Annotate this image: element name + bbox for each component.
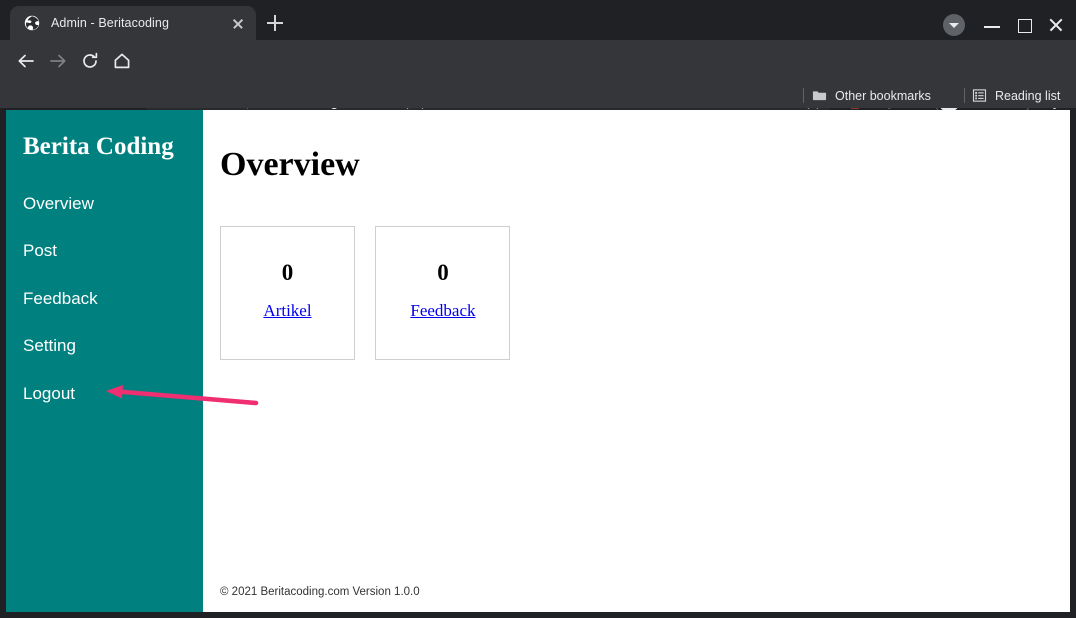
browser-window: Admin - Beritacoding bbox=[0, 0, 1076, 618]
arrow-left-icon[interactable] bbox=[11, 46, 41, 76]
minimize-icon[interactable] bbox=[977, 10, 1007, 40]
feedback-link[interactable]: Feedback bbox=[410, 302, 475, 319]
sidebar-item-logout[interactable]: Logout bbox=[23, 384, 75, 404]
page-viewport: Berita Coding Overview Post Feedback Set… bbox=[6, 110, 1070, 612]
arrow-right-icon bbox=[43, 46, 73, 76]
browser-tab[interactable]: Admin - Beritacoding bbox=[10, 6, 256, 40]
stat-card-count: 0 bbox=[221, 261, 354, 284]
stat-card-feedback: 0 Feedback bbox=[375, 226, 510, 360]
main-content: Overview 0 Artikel 0 Feedback © 2021 Ber… bbox=[203, 110, 1070, 612]
sidebar-item-post[interactable]: Post bbox=[23, 241, 57, 261]
stat-card-artikel: 0 Artikel bbox=[220, 226, 355, 360]
other-bookmarks-label: Other bookmarks bbox=[835, 89, 931, 103]
stat-card-group: 0 Artikel 0 Feedback bbox=[220, 226, 526, 360]
tab-title: Admin - Beritacoding bbox=[51, 16, 227, 30]
divider bbox=[964, 88, 965, 103]
maximize-icon[interactable] bbox=[1009, 10, 1039, 40]
folder-icon bbox=[812, 88, 827, 103]
home-icon[interactable] bbox=[107, 46, 137, 76]
bookmarks-bar: Other bookmarks Reading list bbox=[0, 82, 1076, 108]
other-bookmarks-button[interactable]: Other bookmarks bbox=[812, 86, 931, 105]
sidebar: Berita Coding Overview Post Feedback Set… bbox=[6, 110, 203, 612]
page-title: Overview bbox=[220, 148, 360, 182]
caret-down-icon[interactable] bbox=[943, 14, 965, 36]
page-footer: © 2021 Beritacoding.com Version 1.0.0 bbox=[220, 586, 420, 598]
plus-icon[interactable] bbox=[262, 10, 288, 36]
browser-toolbar: Not secure beritacoding.test/index.php/a… bbox=[0, 40, 1076, 82]
close-icon[interactable] bbox=[1041, 10, 1071, 40]
divider bbox=[803, 88, 804, 103]
reading-list-button[interactable]: Reading list bbox=[972, 86, 1060, 105]
brand-title: Berita Coding bbox=[23, 133, 174, 161]
artikel-link[interactable]: Artikel bbox=[263, 302, 311, 319]
sidebar-item-setting[interactable]: Setting bbox=[23, 336, 76, 356]
sidebar-item-feedback[interactable]: Feedback bbox=[23, 289, 98, 309]
sidebar-item-overview[interactable]: Overview bbox=[23, 194, 94, 214]
close-icon[interactable] bbox=[227, 12, 249, 34]
reading-list-label: Reading list bbox=[995, 89, 1060, 103]
reading-list-icon bbox=[972, 88, 987, 103]
globe-icon bbox=[24, 15, 40, 31]
reload-icon[interactable] bbox=[75, 46, 105, 76]
tab-strip: Admin - Beritacoding bbox=[0, 0, 1076, 40]
stat-card-count: 0 bbox=[376, 261, 509, 284]
